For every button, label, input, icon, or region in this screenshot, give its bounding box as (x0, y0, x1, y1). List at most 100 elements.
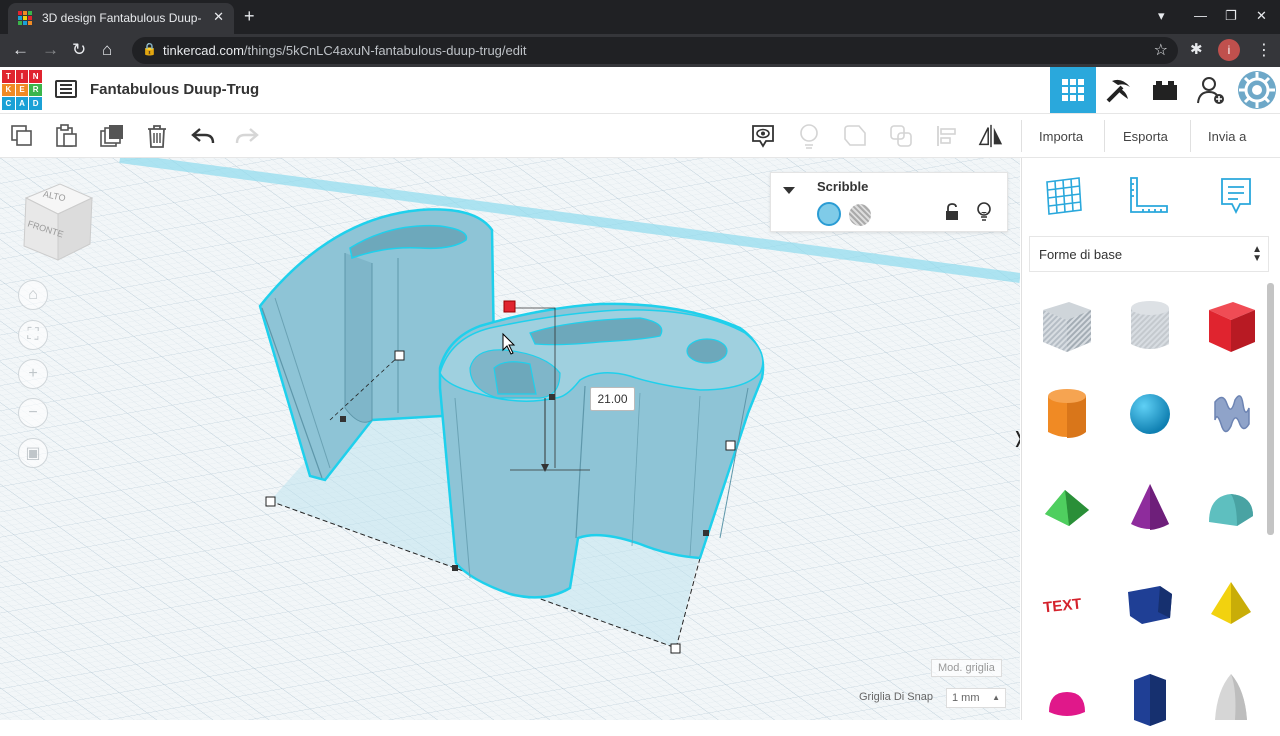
toolbar-divider (1104, 120, 1105, 152)
zoom-out-icon[interactable]: − (18, 398, 48, 428)
panel-scrollbar[interactable] (1267, 283, 1274, 535)
delete-icon[interactable] (144, 123, 170, 149)
inspector-shape-name: Scribble (817, 179, 869, 194)
browser-tab[interactable]: 3D design Fantabulous Duup- ✕ (8, 3, 234, 34)
tinkercad-favicon-icon (18, 11, 32, 25)
browser-menu-icon[interactable]: ⋮ (1256, 40, 1272, 60)
perspective-icon[interactable]: ▣ (18, 438, 48, 468)
tab-close-icon[interactable]: ✕ (213, 9, 224, 25)
ruler-icon[interactable] (1127, 174, 1171, 218)
resize-handle (452, 565, 458, 571)
resize-handle (340, 416, 346, 422)
workplane-icon[interactable] (1041, 174, 1085, 218)
shape-text[interactable]: TEXT (1035, 572, 1099, 636)
home-icon[interactable]: ⌂ (102, 40, 112, 60)
shape-roof[interactable] (1035, 476, 1099, 540)
select-arrows-icon: ▲ ▼ (1252, 244, 1262, 264)
duplicate-icon[interactable] (99, 123, 125, 149)
browser-tab-bar: 3D design Fantabulous Duup- ✕ + ▾ — ❐ ✕ (0, 0, 1280, 34)
window-close-icon[interactable]: ✕ (1256, 8, 1267, 24)
shape-round-roof[interactable] (1199, 476, 1263, 540)
snap-grid-label: Griglia Di Snap (859, 691, 933, 703)
reload-icon[interactable]: ↻ (72, 40, 86, 60)
app-header: T I N K E R C A D Fantabulous Duup-Trug (0, 67, 1280, 114)
shape-box-striped[interactable] (1035, 294, 1099, 358)
shape-polygon[interactable] (1118, 666, 1182, 730)
design-title[interactable]: Fantabulous Duup-Trug (90, 81, 259, 98)
shape-cone[interactable] (1118, 476, 1182, 540)
undo-icon[interactable] (190, 123, 216, 149)
bookmark-star-icon[interactable]: ☆ (1154, 40, 1168, 60)
url-domain: tinkercad.com (163, 43, 244, 58)
url-bar[interactable]: 🔒 tinkercad.com/things/5kCnLC4axuN-fanta… (132, 37, 1178, 64)
ungroup-icon[interactable] (888, 123, 914, 149)
shape-half-sphere[interactable] (1035, 672, 1099, 736)
shape-wedge[interactable] (1118, 572, 1182, 636)
mirror-icon[interactable] (978, 123, 1004, 149)
extensions-icon[interactable]: ✱ (1190, 40, 1203, 58)
forward-icon[interactable]: → (42, 40, 59, 60)
toolbar-divider (1190, 120, 1191, 152)
import-button[interactable]: Importa (1039, 114, 1083, 158)
shape-paraboloid[interactable] (1199, 666, 1263, 730)
profile-avatar-icon[interactable]: i (1218, 39, 1240, 61)
redo-icon[interactable] (234, 123, 260, 149)
resize-handle (725, 440, 736, 451)
resize-handle (670, 643, 681, 654)
lock-icon: 🔒 (142, 42, 157, 56)
height-value-box[interactable]: 21.00 (590, 387, 635, 411)
minimize-icon[interactable]: — (1194, 8, 1207, 23)
3d-design-view-icon[interactable] (1050, 67, 1096, 113)
snap-grid-select[interactable]: 1 mm ▲ (946, 688, 1006, 708)
shape-cylinder-striped[interactable] (1118, 294, 1182, 358)
hole-button[interactable] (849, 204, 871, 226)
shape-box[interactable] (1199, 294, 1263, 358)
shape-inspector: Scribble (770, 172, 1008, 232)
paste-icon[interactable] (53, 123, 79, 149)
bricks-icon[interactable] (1142, 67, 1188, 113)
design-list-icon[interactable] (55, 80, 77, 98)
add-user-icon[interactable] (1188, 67, 1234, 113)
tab-search-icon[interactable]: ▾ (1158, 8, 1165, 24)
tinkercad-logo[interactable]: T I N K E R C A D (2, 70, 42, 110)
notes-icon[interactable] (1214, 174, 1258, 218)
export-button[interactable]: Esporta (1123, 114, 1168, 158)
url-path: /things/5kCnLC4axuN-fantabulous-duup-tru… (243, 43, 527, 58)
new-tab-button[interactable]: + (244, 6, 255, 27)
svg-text:TEXT: TEXT (1042, 596, 1082, 617)
solid-color-button[interactable] (817, 202, 841, 226)
group-icon[interactable] (842, 123, 868, 149)
workplane-viewport[interactable]: ALTO FRONTE ⌂ ⛶ + − ▣ 21.00 ❭ Mod. grigl… (0, 158, 1020, 720)
shape-scribble[interactable] (1199, 382, 1263, 446)
shape-sphere[interactable] (1118, 382, 1182, 446)
shape-category-select[interactable]: Forme di base ▲ ▼ (1029, 236, 1269, 272)
height-handle (503, 300, 516, 313)
collapse-inspector-icon[interactable] (783, 187, 795, 194)
snap-grid-value: 1 mm (952, 692, 980, 704)
view-switcher (1050, 67, 1280, 113)
zoom-in-icon[interactable]: + (18, 359, 48, 389)
tab-title: 3D design Fantabulous Duup- (42, 11, 202, 25)
back-icon[interactable]: ← (12, 40, 29, 60)
show-all-icon[interactable] (750, 123, 776, 149)
copy-icon[interactable] (9, 123, 35, 149)
browser-address-bar: ← → ↻ ⌂ 🔒 tinkercad.com/things/5kCnLC4ax… (0, 34, 1280, 67)
pickaxe-codeblocks-icon[interactable] (1096, 67, 1142, 113)
fit-view-icon[interactable]: ⛶ (18, 320, 48, 350)
user-avatar[interactable] (1234, 67, 1280, 113)
home-view-icon[interactable]: ⌂ (18, 280, 48, 310)
panel-toggle-icon[interactable]: ❭ (1012, 428, 1020, 448)
shape-pyramid[interactable] (1199, 572, 1263, 636)
lock-shape-icon[interactable] (945, 203, 959, 226)
send-to-button[interactable]: Invia a (1208, 114, 1246, 158)
resize-handle (703, 530, 709, 536)
maximize-icon[interactable]: ❐ (1225, 8, 1237, 24)
edit-toolbar: Importa Esporta Invia a (0, 114, 1280, 158)
shape-cylinder[interactable] (1035, 382, 1099, 446)
align-icon[interactable] (934, 123, 960, 149)
view-cube[interactable]: ALTO FRONTE (20, 176, 96, 262)
resize-handle (394, 350, 405, 361)
visibility-bulb-icon[interactable] (977, 202, 991, 227)
note-icon[interactable] (796, 123, 822, 149)
edit-grid-button[interactable]: Mod. griglia (931, 659, 1002, 677)
